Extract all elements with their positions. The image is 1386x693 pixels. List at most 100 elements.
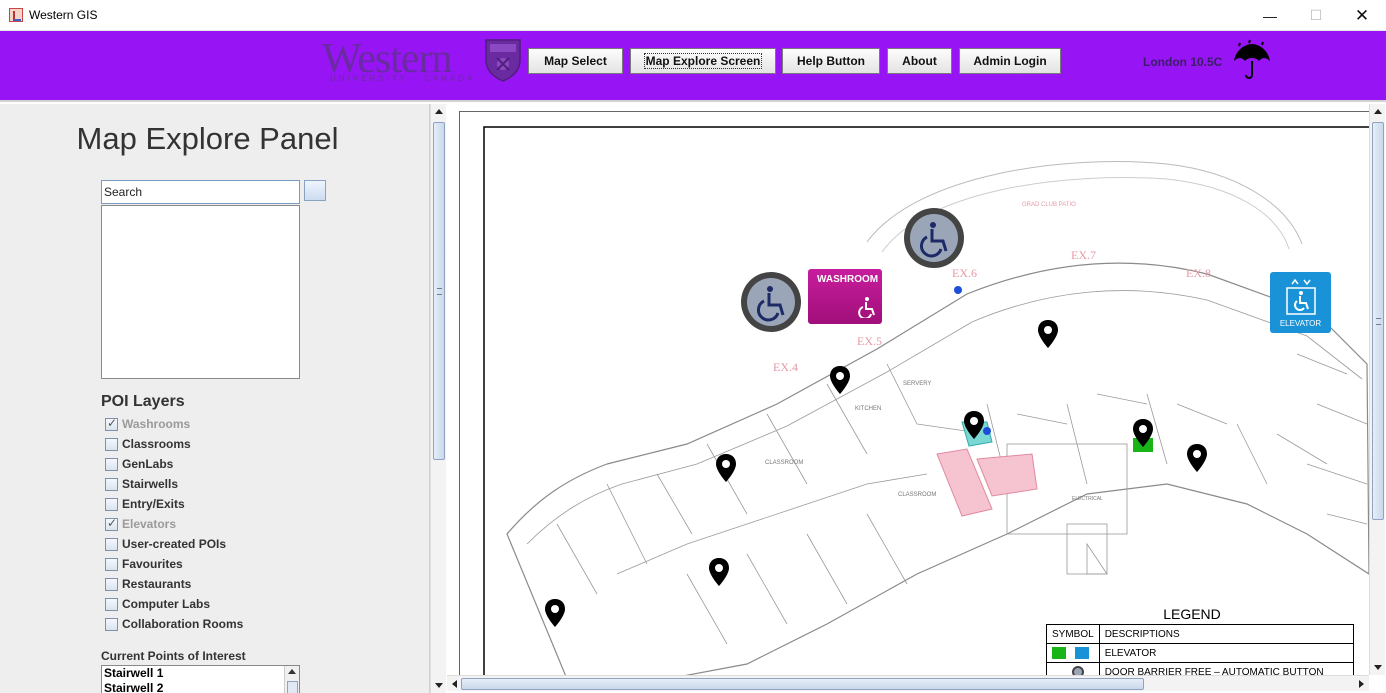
scroll-right-arrow-icon[interactable] [1359,680,1364,688]
checkbox-icon[interactable] [105,498,118,511]
map-legend: LEGEND SYMBOL DESCRIPTIONS ELEVATOR DOOR… [1046,606,1355,675]
poi-layers-heading: POI Layers [101,393,185,410]
poi-layer-label: Washrooms [122,417,191,431]
map-label-kitchen: KITCHEN [855,406,882,412]
scroll-up-arrow-icon[interactable] [1374,109,1382,114]
current-poi-list[interactable]: Stairwell 1 Stairwell 2 [101,665,300,693]
scroll-up-arrow-icon[interactable] [288,669,296,674]
poi-layer-label: User-created POIs [122,537,227,551]
elevator-blue-icon [1074,647,1089,659]
nav-about-label: About [902,54,937,68]
legend-symbol-cell [1046,662,1100,675]
nav-about-button[interactable]: About [887,48,952,74]
map-viewport[interactable]: EX.6 EX.7 EX.8 EX.5 EX.4 GRAD CLUB PATIO… [447,104,1369,675]
checkbox-icon[interactable] [105,416,118,431]
checkbox-icon[interactable] [105,438,118,451]
map-label-ex4: EX.4 [773,360,798,374]
poi-layer-label: Restaurants [122,577,192,591]
legend-header-description: DESCRIPTIONS [1098,624,1355,644]
left-panel-scrollbar[interactable] [430,104,446,693]
window-title: Western GIS [29,8,98,22]
scroll-left-arrow-icon[interactable] [452,680,457,688]
nav-map-select-label: Map Select [544,54,607,68]
map-label-servery: SERVERY [903,381,932,387]
map-horizontal-scroll-thumb[interactable] [461,678,1144,690]
scroll-down-arrow-icon[interactable] [435,683,443,688]
minimize-button[interactable]: — [1247,0,1293,31]
nav-map-select-button[interactable]: Map Select [528,48,623,74]
map-pin-icon[interactable] [1133,419,1153,447]
legend-title: LEGEND [1163,606,1221,622]
map-vertical-scrollbar[interactable] [1369,104,1385,675]
checkbox-icon[interactable] [105,618,118,631]
map-explore-panel: Map Explore Panel POI Layers Washrooms Cl… [0,104,430,693]
app-header: Western UNIVERSITY · CANADA Map Select M… [0,31,1386,102]
elevator-icon [1286,278,1316,315]
left-panel-scroll-thumb[interactable] [433,122,445,460]
map-pin-icon[interactable] [830,366,850,394]
poi-layer-label: Entry/Exits [122,497,185,511]
logo-subtitle: UNIVERSITY · CANADA [330,74,476,83]
checkbox-icon[interactable] [105,538,118,551]
map-pin-icon[interactable] [545,599,565,627]
accessible-door-legend-icon [1072,666,1084,675]
map-label-classroom: CLASSROOM [765,460,804,466]
wheelchair-icon [858,297,875,318]
poi-layer-label: GenLabs [122,457,174,471]
floor-plan-drawing [483,126,1369,675]
map-pin-icon[interactable] [716,454,736,482]
map-label-ex7: EX.7 [1071,248,1096,262]
scroll-down-arrow-icon[interactable] [1374,665,1382,670]
scroll-thumb[interactable] [287,681,298,693]
java-app-icon [9,8,23,22]
poi-layer-label: Favourites [122,557,183,571]
umbrella-icon [1234,39,1270,79]
scroll-up-arrow-icon[interactable] [435,109,443,114]
current-poi-item[interactable]: Stairwell 1 [102,666,299,681]
map-label-classroom: CLASSROOM [898,492,937,498]
map-vertical-scroll-thumb[interactable] [1372,122,1384,520]
crest-icon [485,39,521,82]
search-input[interactable] [101,180,300,204]
map-horizontal-scrollbar[interactable] [447,675,1369,691]
map-pin-icon[interactable] [1187,444,1207,472]
poi-layer-label: Computer Labs [122,597,211,611]
accessible-door-icon[interactable] [740,271,802,333]
nav-admin-login-button[interactable]: Admin Login [959,48,1061,74]
current-poi-scrollbar[interactable] [284,666,299,693]
nav-map-explore-label: Map Explore Screen [643,53,763,69]
washroom-sign[interactable]: WASHROOM [808,269,882,324]
current-poi-heading: Current Points of Interest [101,649,246,663]
window-titlebar: Western GIS — ☐ ✕ [0,0,1386,31]
legend-header-symbol: SYMBOL [1046,624,1100,644]
map-pin-icon[interactable] [1038,320,1058,348]
weather-text: London 10.5C [1143,55,1223,69]
elevator-sign[interactable]: ELEVATOR [1270,272,1331,333]
nav-help-label: Help Button [797,54,865,68]
map-label-ex8: EX.8 [1186,266,1211,280]
checkbox-icon[interactable] [105,558,118,571]
checkbox-icon[interactable] [105,458,118,471]
checkbox-icon[interactable] [105,578,118,591]
maximize-button[interactable]: ☐ [1293,0,1339,31]
current-poi-item[interactable]: Stairwell 2 [102,681,299,693]
western-logo: Western UNIVERSITY · CANADA [322,36,527,86]
elevator-green-swatch [1052,647,1066,659]
legend-description-elevator: ELEVATOR [1098,643,1355,663]
poi-layer-label: Stairwells [122,477,179,491]
nav-help-button[interactable]: Help Button [782,48,880,74]
close-button[interactable]: ✕ [1339,0,1385,31]
washroom-sign-label: WASHROOM [817,274,879,285]
map-pin-icon[interactable] [709,558,729,586]
map-label-electrical: ELECTRICAL [1072,496,1103,502]
search-button[interactable] [304,180,326,201]
poi-layer-label: Elevators [122,517,177,531]
accessible-door-icon[interactable] [903,207,965,269]
checkbox-icon[interactable] [105,478,118,491]
map-pin-icon[interactable] [964,411,984,439]
panel-title: Map Explore Panel [76,121,339,156]
checkbox-icon[interactable] [105,598,118,611]
search-results-list[interactable] [101,205,300,379]
checkbox-icon[interactable] [105,516,118,531]
nav-map-explore-button[interactable]: Map Explore Screen [630,48,776,74]
